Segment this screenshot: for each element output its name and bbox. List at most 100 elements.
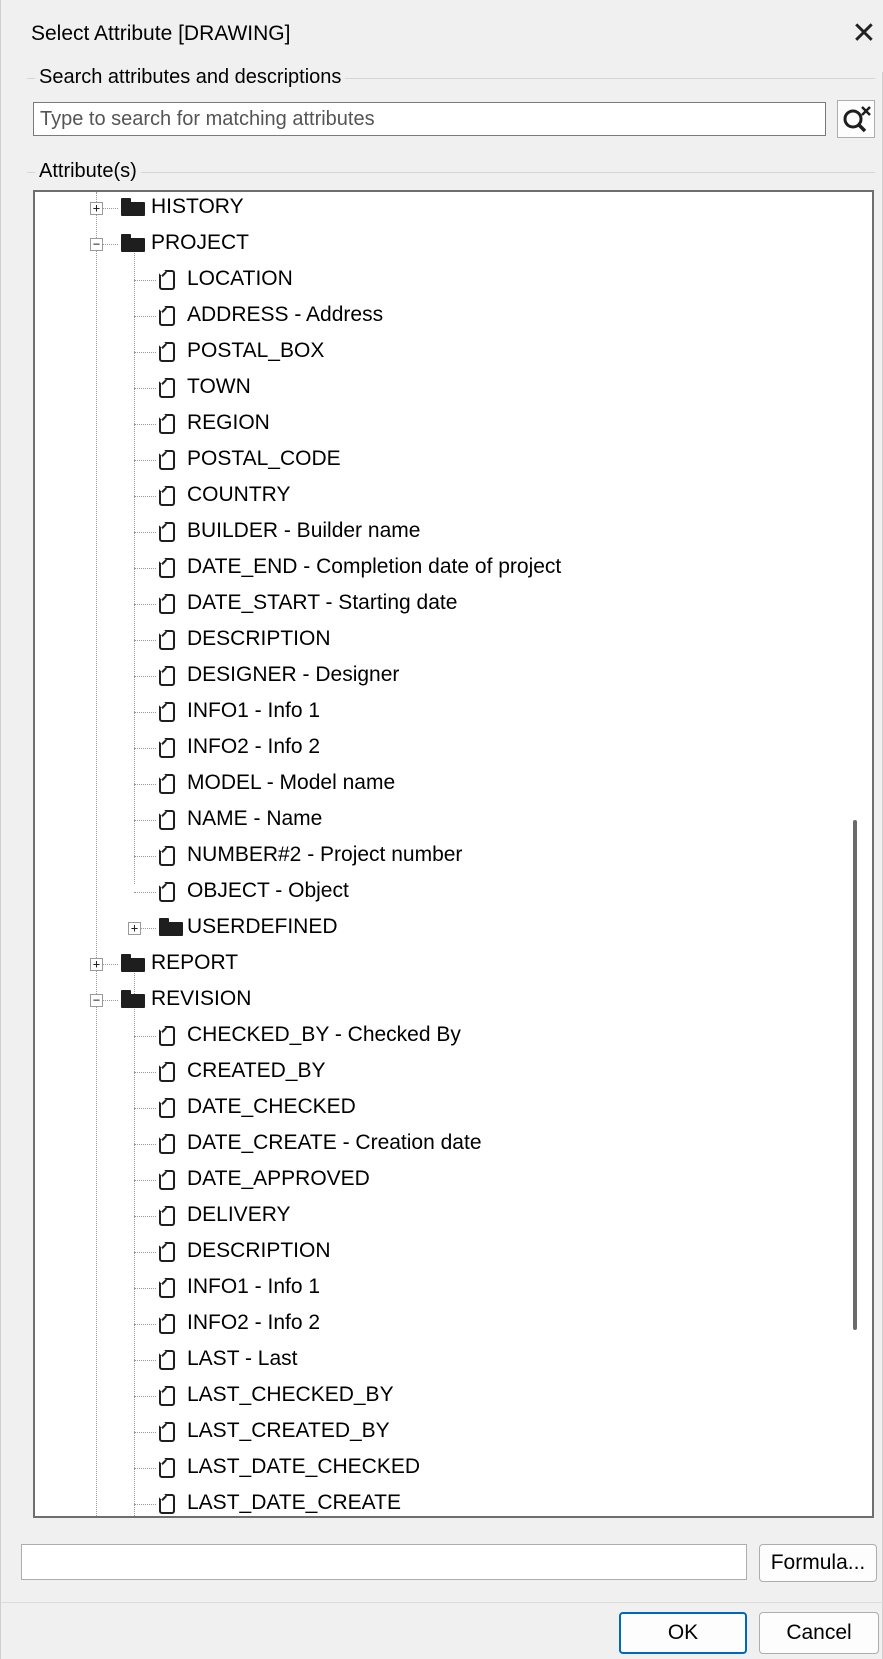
attribute-icon (159, 1170, 175, 1190)
tree-attribute-label[interactable]: DESIGNER - Designer (187, 663, 399, 687)
tree-attribute-label[interactable]: TOWN (187, 375, 251, 399)
attributes-group-border (27, 172, 875, 173)
attribute-icon (159, 306, 175, 326)
attribute-icon (159, 1206, 175, 1226)
attribute-icon (159, 270, 175, 290)
tree-connector (134, 388, 156, 389)
tree-attribute-label[interactable]: LAST - Last (187, 1347, 298, 1371)
attribute-icon (159, 378, 175, 398)
tree-connector (134, 676, 156, 677)
tree-connector (134, 892, 156, 893)
tree-connector (134, 1360, 156, 1361)
tree-attribute-label[interactable]: NUMBER#2 - Project number (187, 843, 462, 867)
attribute-icon (159, 1242, 175, 1262)
attribute-icon (159, 558, 175, 578)
tree-connector (134, 460, 156, 461)
dialog-title: Select Attribute [DRAWING] (31, 22, 291, 45)
tree-connector (134, 856, 156, 857)
tree-connector (134, 424, 156, 425)
tree-attribute-label[interactable]: REGION (187, 411, 270, 435)
tree-connector (134, 280, 156, 281)
tree-attribute-label[interactable]: LOCATION (187, 267, 293, 291)
tree-attribute-label[interactable]: POSTAL_BOX (187, 339, 324, 363)
tree-attribute-label[interactable]: LAST_CREATED_BY (187, 1419, 390, 1443)
collapse-icon[interactable]: − (90, 994, 103, 1007)
collapse-icon[interactable]: − (90, 238, 103, 251)
tree-folder-label[interactable]: REVISION (151, 987, 251, 1011)
tree-attribute-label[interactable]: CHECKED_BY - Checked By (187, 1023, 461, 1047)
tree-folder-label[interactable]: PROJECT (151, 231, 249, 255)
tree-attribute-label[interactable]: COUNTRY (187, 483, 290, 507)
close-icon[interactable]: ✕ (847, 14, 881, 54)
tree-connector (134, 1072, 156, 1073)
tree-attribute-label[interactable]: DATE_START - Starting date (187, 591, 457, 615)
select-attribute-dialog: Select Attribute [DRAWING] ✕ Search attr… (0, 0, 883, 1659)
tree-attribute-label[interactable]: NAME - Name (187, 807, 322, 831)
tree-attribute-label[interactable]: BUILDER - Builder name (187, 519, 420, 543)
tree-connector (134, 1108, 156, 1109)
formula-input[interactable] (21, 1544, 747, 1580)
tree-attribute-label[interactable]: OBJECT - Object (187, 879, 349, 903)
expand-icon[interactable]: + (128, 922, 141, 935)
folder-icon (121, 990, 145, 1008)
tree-connector (134, 1396, 156, 1397)
tree-attribute-label[interactable]: INFO2 - Info 2 (187, 1311, 320, 1335)
tree-connector (134, 1036, 156, 1037)
attribute-icon (159, 666, 175, 686)
attribute-icon (159, 1422, 175, 1442)
tree-attribute-label[interactable]: LAST_CHECKED_BY (187, 1383, 394, 1407)
attribute-tree[interactable]: + HISTORY − PROJECT LOCATION ADDRESS - Addres… (33, 190, 874, 1518)
attributes-group-label: Attribute(s) (35, 160, 141, 183)
folder-icon (121, 954, 145, 972)
tree-attribute-label[interactable]: DELIVERY (187, 1203, 291, 1227)
tree-folder-label[interactable]: HISTORY (151, 195, 244, 219)
tree-attribute-label[interactable]: DESCRIPTION (187, 1239, 331, 1263)
attribute-icon (159, 522, 175, 542)
attribute-icon (159, 774, 175, 794)
attribute-icon (159, 342, 175, 362)
tree-connector (134, 1288, 156, 1289)
expand-icon[interactable]: + (90, 958, 103, 971)
tree-connector (134, 1468, 156, 1469)
tree-connector (134, 820, 156, 821)
tree-folder-label[interactable]: USERDEFINED (187, 915, 338, 939)
tree-attribute-label[interactable]: INFO2 - Info 2 (187, 735, 320, 759)
expand-icon[interactable]: + (90, 202, 103, 215)
folder-icon (121, 234, 145, 252)
search-clear-button[interactable] (837, 100, 875, 138)
attribute-icon (159, 450, 175, 470)
attribute-icon (159, 486, 175, 506)
folder-icon (121, 198, 145, 216)
cancel-button[interactable]: Cancel (759, 1612, 879, 1654)
tree-attribute-label[interactable]: DATE_CREATE - Creation date (187, 1131, 482, 1155)
formula-button[interactable]: Formula... (759, 1544, 877, 1582)
tree-attribute-label[interactable]: DATE_END - Completion date of project (187, 555, 561, 579)
tree-attribute-label[interactable]: ADDRESS - Address (187, 303, 383, 327)
attribute-icon (159, 1062, 175, 1082)
tree-connector (134, 532, 156, 533)
title-bar: Select Attribute [DRAWING] ✕ (1, 0, 883, 72)
tree-root-line (96, 192, 97, 1516)
tree-connector (134, 1180, 156, 1181)
tree-attribute-label[interactable]: INFO1 - Info 1 (187, 699, 320, 723)
tree-attribute-label[interactable]: DATE_APPROVED (187, 1167, 370, 1191)
tree-connector (134, 640, 156, 641)
tree-connector (134, 1432, 156, 1433)
tree-attribute-label[interactable]: CREATED_BY (187, 1059, 325, 1083)
attribute-icon (159, 1134, 175, 1154)
tree-folder-label[interactable]: REPORT (151, 951, 238, 975)
tree-attribute-label[interactable]: POSTAL_CODE (187, 447, 341, 471)
tree-attribute-label[interactable]: LAST_DATE_CREATE (187, 1491, 401, 1515)
tree-connector (134, 352, 156, 353)
ok-button[interactable]: OK (619, 1612, 747, 1654)
attribute-icon (159, 1458, 175, 1478)
tree-attribute-label[interactable]: DESCRIPTION (187, 627, 331, 651)
search-input[interactable]: Type to search for matching attributes (33, 102, 826, 136)
attribute-icon (159, 630, 175, 650)
tree-attribute-label[interactable]: DATE_CHECKED (187, 1095, 356, 1119)
tree-attribute-label[interactable]: LAST_DATE_CHECKED (187, 1455, 420, 1479)
tree-attribute-label[interactable]: INFO1 - Info 1 (187, 1275, 320, 1299)
tree-connector (134, 1144, 156, 1145)
tree-scrollbar-thumb[interactable] (853, 820, 857, 1330)
tree-attribute-label[interactable]: MODEL - Model name (187, 771, 395, 795)
